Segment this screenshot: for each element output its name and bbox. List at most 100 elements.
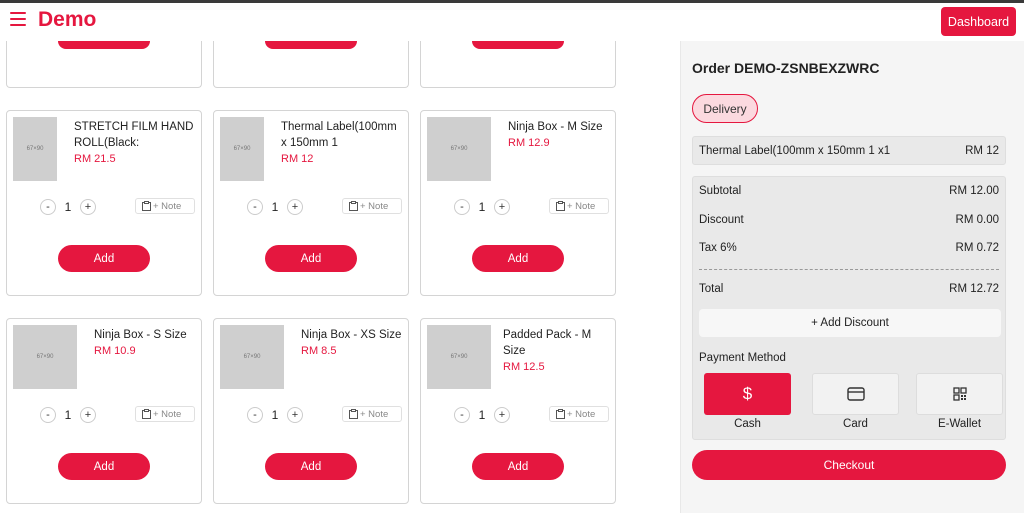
- product-name: Ninja Box - S Size: [94, 329, 187, 341]
- product-price: RM 12.9: [508, 137, 550, 149]
- add-button[interactable]: Add: [265, 453, 357, 480]
- product-price: RM 12: [281, 153, 314, 165]
- order-line-item[interactable]: Thermal Label(100mm x 150mm 1 x1 RM 12: [692, 136, 1006, 165]
- product-card: 67×90 Ninja Box - XS Size RM 8.5 - 1 + +…: [213, 318, 409, 504]
- product-name: STRETCH FILM HAND ROLL(Black:: [74, 121, 194, 149]
- decrement-button[interactable]: -: [247, 199, 263, 215]
- checkout-button[interactable]: Checkout: [692, 450, 1006, 480]
- decrement-button[interactable]: -: [454, 199, 470, 215]
- product-card-partial: [6, 41, 202, 88]
- brand-title: Demo: [38, 8, 97, 31]
- subtotal-label: Subtotal: [699, 185, 742, 197]
- product-card-partial: [420, 41, 616, 88]
- product-card: 67×90 Ninja Box - M Size RM 12.9 - 1 + +…: [420, 110, 616, 296]
- order-panel: Order DEMO-ZSNBEXZWRC Delivery Thermal L…: [680, 41, 1024, 513]
- payment-card-label: Card: [843, 418, 868, 430]
- discount-value: RM 0.00: [955, 214, 999, 226]
- clipboard-icon: [349, 409, 358, 419]
- quantity-value: 1: [271, 200, 279, 214]
- product-name: Thermal Label(100mm x 150mm 1: [281, 121, 397, 149]
- increment-button[interactable]: +: [287, 407, 303, 423]
- product-thumbnail: 67×90: [427, 117, 491, 181]
- payment-card-button[interactable]: [812, 373, 899, 415]
- product-info: Thermal Label(100mm x 150mm 1 RM 12: [281, 119, 401, 167]
- card-icon: [846, 387, 865, 401]
- add-button[interactable]: Add: [472, 245, 564, 272]
- clipboard-icon: [142, 409, 151, 419]
- add-button[interactable]: Add: [58, 453, 150, 480]
- add-button-partial[interactable]: [472, 41, 564, 49]
- add-note-button[interactable]: + Note: [342, 198, 402, 214]
- increment-button[interactable]: +: [80, 407, 96, 423]
- delivery-type-button[interactable]: Delivery: [692, 94, 758, 123]
- decrement-button[interactable]: -: [454, 407, 470, 423]
- product-thumbnail: 67×90: [220, 325, 284, 389]
- quantity-value: 1: [64, 408, 72, 422]
- add-note-button[interactable]: + Note: [549, 198, 609, 214]
- product-card: 67×90 Thermal Label(100mm x 150mm 1 RM 1…: [213, 110, 409, 296]
- product-price: RM 8.5: [301, 345, 337, 357]
- discount-row: Discount RM 0.00: [699, 214, 999, 226]
- total-label: Total: [699, 283, 724, 295]
- quantity-stepper: - 1 +: [247, 198, 303, 216]
- header: Demo Dashboard: [0, 3, 1024, 41]
- subtotal-value: RM 12.00: [949, 185, 999, 197]
- increment-button[interactable]: +: [287, 199, 303, 215]
- product-price: RM 21.5: [74, 153, 116, 165]
- decrement-button[interactable]: -: [247, 407, 263, 423]
- note-label: + Note: [567, 200, 596, 212]
- add-button-partial[interactable]: [58, 41, 150, 49]
- note-label: + Note: [360, 408, 389, 420]
- product-card-partial: [213, 41, 409, 88]
- payment-ewallet-label: E-Wallet: [937, 418, 982, 430]
- add-button[interactable]: Add: [58, 245, 150, 272]
- dashboard-button[interactable]: Dashboard: [941, 7, 1016, 36]
- payment-cash-button[interactable]: $: [704, 373, 791, 415]
- product-thumbnail: 67×90: [427, 325, 491, 389]
- add-discount-button[interactable]: + Add Discount: [699, 309, 1001, 337]
- product-card: 67×90 STRETCH FILM HAND ROLL(Black: RM 2…: [6, 110, 202, 296]
- decrement-button[interactable]: -: [40, 199, 56, 215]
- decrement-button[interactable]: -: [40, 407, 56, 423]
- quantity-value: 1: [64, 200, 72, 214]
- note-label: + Note: [567, 408, 596, 420]
- quantity-value: 1: [271, 408, 279, 422]
- payment-method-label: Payment Method: [699, 352, 786, 364]
- product-card: 67×90 Ninja Box - S Size RM 10.9 - 1 + +…: [6, 318, 202, 504]
- quantity-stepper: - 1 +: [454, 406, 510, 424]
- tax-label: Tax 6%: [699, 242, 737, 254]
- product-info: Padded Pack - M Size RM 12.5: [503, 327, 603, 375]
- order-title: Order DEMO-ZSNBEXZWRC: [692, 60, 880, 76]
- quantity-stepper: - 1 +: [247, 406, 303, 424]
- hamburger-menu-icon[interactable]: [10, 12, 26, 26]
- note-label: + Note: [153, 408, 182, 420]
- increment-button[interactable]: +: [80, 199, 96, 215]
- dollar-icon: $: [742, 384, 753, 403]
- quantity-value: 1: [478, 200, 486, 214]
- tax-row: Tax 6% RM 0.72: [699, 242, 999, 254]
- add-note-button[interactable]: + Note: [135, 198, 195, 214]
- add-note-button[interactable]: + Note: [135, 406, 195, 422]
- product-card: 67×90 Padded Pack - M Size RM 12.5 - 1 +…: [420, 318, 616, 504]
- increment-button[interactable]: +: [494, 199, 510, 215]
- total-value: RM 12.72: [949, 283, 999, 295]
- add-note-button[interactable]: + Note: [342, 406, 402, 422]
- tax-value: RM 0.72: [955, 242, 999, 254]
- clipboard-icon: [556, 201, 565, 211]
- order-summary: Subtotal RM 12.00 Discount RM 0.00 Tax 6…: [692, 176, 1006, 440]
- add-button[interactable]: Add: [472, 453, 564, 480]
- product-thumbnail: 67×90: [220, 117, 264, 181]
- increment-button[interactable]: +: [494, 407, 510, 423]
- add-button-partial[interactable]: [265, 41, 357, 49]
- total-row: Total RM 12.72: [699, 283, 999, 295]
- product-name: Padded Pack - M Size: [503, 329, 592, 357]
- quantity-stepper: - 1 +: [40, 198, 96, 216]
- line-item-name: Thermal Label(100mm x 150mm 1 x1: [699, 144, 891, 157]
- quantity-value: 1: [478, 408, 486, 422]
- add-button[interactable]: Add: [265, 245, 357, 272]
- payment-ewallet-button[interactable]: [916, 373, 1003, 415]
- add-note-button[interactable]: + Note: [549, 406, 609, 422]
- subtotal-row: Subtotal RM 12.00: [699, 185, 999, 197]
- clipboard-icon: [556, 409, 565, 419]
- product-name: Ninja Box - XS Size: [301, 329, 402, 341]
